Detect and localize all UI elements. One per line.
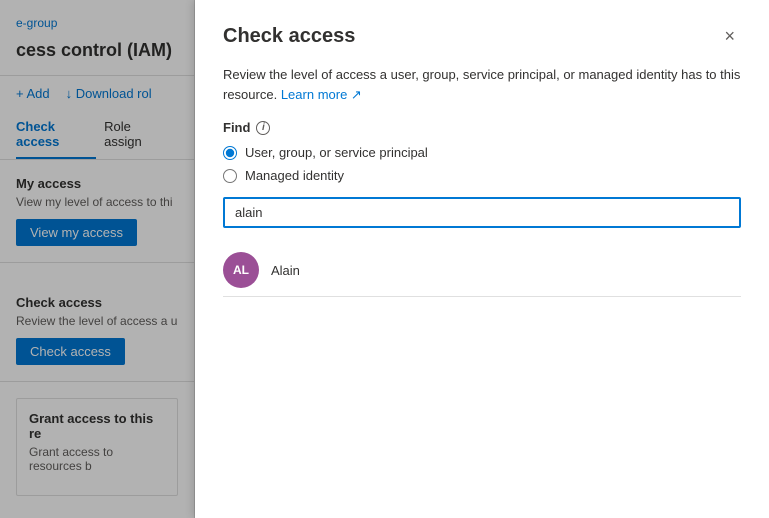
radio-user-group-label: User, group, or service principal (245, 145, 428, 160)
radio-managed-identity-label: Managed identity (245, 168, 344, 183)
radio-managed-identity-input[interactable] (223, 169, 237, 183)
search-input[interactable] (223, 197, 741, 228)
learn-more-link[interactable]: Learn more ↗ (281, 87, 362, 102)
result-item[interactable]: AL Alain (223, 244, 741, 296)
info-icon: i (256, 121, 270, 135)
modal-header: Check access × (223, 24, 741, 49)
check-access-modal: Check access × Review the level of acces… (195, 0, 769, 518)
radio-managed-identity[interactable]: Managed identity (223, 168, 741, 183)
radio-user-group[interactable]: User, group, or service principal (223, 145, 741, 160)
find-label: Find i (223, 120, 741, 135)
modal-description: Review the level of access a user, group… (223, 65, 741, 104)
radio-user-group-input[interactable] (223, 146, 237, 160)
avatar: AL (223, 252, 259, 288)
close-button[interactable]: × (718, 24, 741, 49)
results-divider (223, 296, 741, 297)
modal-title: Check access (223, 25, 355, 48)
result-name: Alain (271, 263, 300, 278)
radio-group: User, group, or service principal Manage… (223, 145, 741, 183)
